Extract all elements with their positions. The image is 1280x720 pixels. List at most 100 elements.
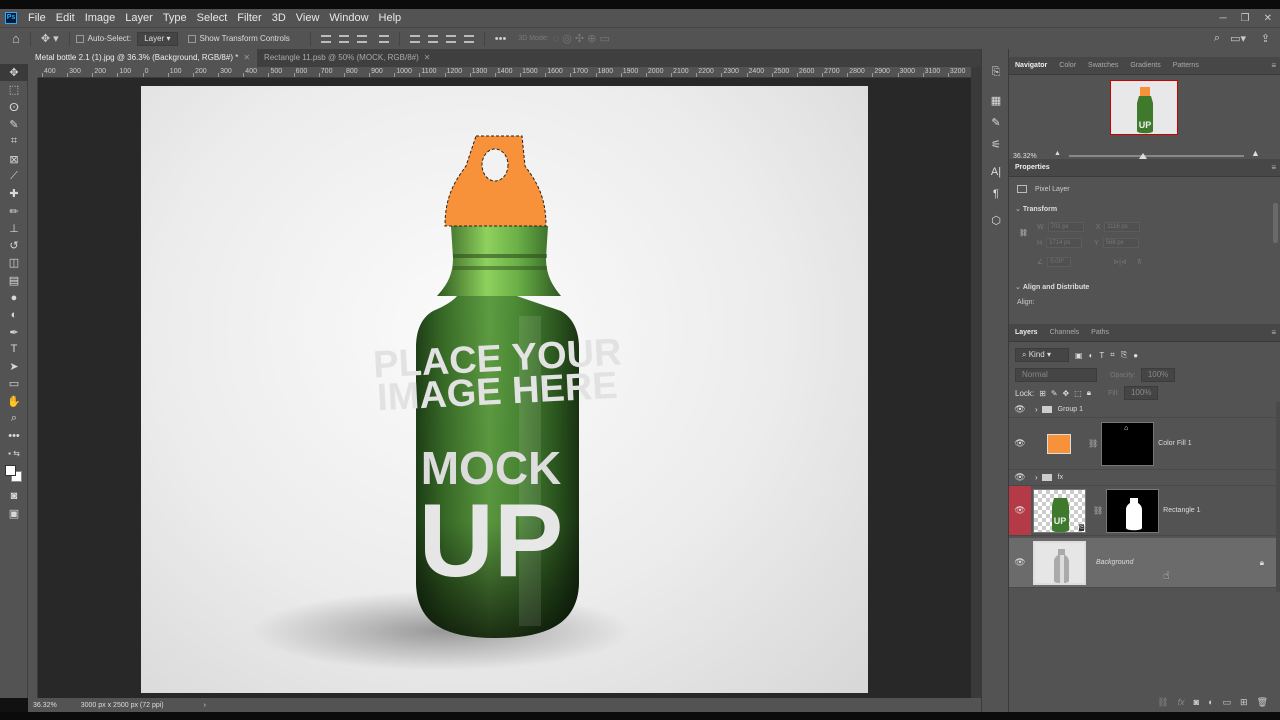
align-center-icon[interactable] — [338, 34, 349, 43]
dodge-tool-icon[interactable]: ◐ — [0, 306, 28, 323]
align-top-icon[interactable] — [409, 34, 420, 43]
zoom-in-icon[interactable]: ▲ — [1251, 148, 1260, 158]
clone-stamp-tool-icon[interactable]: ⊥ — [0, 220, 28, 237]
fill-field[interactable]: 100% — [1123, 386, 1159, 400]
new-group-icon[interactable]: ▭ — [1223, 697, 1232, 708]
path-select-tool-icon[interactable]: ➤ — [0, 358, 28, 375]
layer-lock-icon[interactable]: 🔒︎ — [1260, 558, 1264, 568]
status-zoom[interactable]: 36.32% — [33, 702, 57, 709]
lock-pixels-icon[interactable]: ✎ — [1051, 389, 1058, 398]
layers-scrollbar[interactable] — [1276, 402, 1280, 592]
align-right-icon[interactable] — [356, 34, 367, 43]
menu-filter[interactable]: Filter — [232, 9, 266, 27]
filter-smart-object-icon[interactable]: ⎘ — [1121, 350, 1127, 360]
menu-edit[interactable]: Edit — [51, 9, 80, 27]
document-canvas[interactable]: PLACE YOUR IMAGE HERE MOCK UP — [141, 86, 868, 693]
more-options-icon[interactable]: ••• — [495, 33, 507, 45]
layer-color-fill-1[interactable]: 👁︎ ⛓ ⌂ Color Fill 1 — [1009, 418, 1280, 470]
menu-view[interactable]: View — [291, 9, 325, 27]
new-adjustment-layer-icon[interactable]: ◐ — [1208, 697, 1213, 707]
3d-orbit-icon[interactable]: ◌ ◎ ✣ ⊕ ▭ — [553, 32, 610, 45]
layer-group-fx[interactable]: 👁︎ › fx — [1009, 470, 1280, 486]
menu-select[interactable]: Select — [192, 9, 233, 27]
width-field[interactable]: 701 px — [1047, 222, 1084, 232]
flip-vertical-icon[interactable]: ⊼ — [1137, 259, 1142, 266]
brush-settings-icon[interactable]: ✎ — [982, 111, 1010, 133]
libraries-icon[interactable]: ▦ — [982, 89, 1010, 111]
close-icon[interactable]: ✕ — [243, 53, 250, 62]
properties-scrollbar[interactable] — [1273, 203, 1278, 243]
3d-panel-icon[interactable]: ⬡ — [982, 209, 1010, 231]
tab-paths[interactable]: Paths — [1085, 324, 1115, 342]
add-mask-icon[interactable]: ◙ — [1194, 697, 1199, 707]
share-icon[interactable]: ⇪ — [1261, 32, 1270, 45]
show-transform-checkbox[interactable] — [187, 34, 196, 43]
history-brush-tool-icon[interactable]: ↺ — [0, 237, 28, 254]
menu-layer[interactable]: Layer — [120, 9, 158, 27]
lock-artboard-icon[interactable]: ⬚ — [1074, 389, 1082, 398]
canvas-area[interactable]: PLACE YOUR IMAGE HERE MOCK UP — [38, 78, 971, 698]
panel-menu-icon[interactable]: ≡ — [1271, 61, 1276, 70]
move-tool-preset-icon[interactable]: ✥ ▾ — [41, 32, 59, 45]
eyedropper-tool-icon[interactable]: ⟋ — [0, 168, 28, 185]
filter-pixel-icon[interactable]: ▣ — [1075, 351, 1083, 360]
blur-tool-icon[interactable]: ● — [0, 289, 28, 306]
menu-3d[interactable]: 3D — [267, 9, 291, 27]
foreground-color-swatch[interactable] — [5, 464, 16, 476]
link-dimensions-icon[interactable]: ⛓ — [1019, 229, 1028, 237]
link-icon[interactable]: ⛓ — [1088, 439, 1098, 448]
tab-navigator[interactable]: Navigator — [1009, 57, 1053, 75]
quick-mask-icon[interactable]: ◙ — [0, 488, 28, 505]
visibility-eye-icon[interactable]: 👁︎ — [1009, 472, 1031, 483]
move-tool-icon[interactable]: ✥ — [0, 64, 28, 82]
navigator-thumbnail[interactable]: UP — [1110, 80, 1178, 135]
brush-tool-icon[interactable]: ✏ — [0, 202, 28, 219]
chevron-down-icon[interactable]: ⌄ — [1015, 206, 1021, 213]
restore-icon[interactable]: ❐ — [1241, 13, 1250, 24]
visibility-eye-icon[interactable]: 👁︎ — [1009, 486, 1031, 535]
lasso-tool-icon[interactable]: ⵙ — [0, 99, 28, 116]
lock-position-icon[interactable]: ✥ — [1063, 389, 1070, 398]
transform-section[interactable]: ⌄ Transform — [1015, 205, 1057, 213]
healing-brush-tool-icon[interactable]: ✚ — [0, 185, 28, 202]
panel-menu-icon[interactable]: ≡ — [1271, 328, 1276, 337]
distribute-vertical-icon[interactable] — [463, 34, 474, 43]
auto-select-target-dropdown[interactable]: Layer ▾ — [137, 31, 178, 46]
tab-gradients[interactable]: Gradients — [1124, 57, 1166, 75]
type-tool-icon[interactable]: T — [0, 341, 28, 358]
foreground-background-color-icon[interactable] — [0, 462, 28, 488]
filter-kind-dropdown[interactable]: ⌕ Kind ▾ — [1015, 348, 1069, 362]
tab-layers[interactable]: Layers — [1009, 324, 1044, 342]
angle-field[interactable]: 0.00° — [1047, 257, 1072, 267]
tab-properties[interactable]: Properties — [1009, 159, 1056, 177]
frame-tool-icon[interactable]: ⊠ — [0, 150, 28, 167]
character-icon[interactable]: A| — [982, 161, 1010, 183]
tab-color[interactable]: Color — [1053, 57, 1082, 75]
gradient-tool-icon[interactable]: ▤ — [0, 272, 28, 289]
adjustments-icon[interactable]: ⚟ — [982, 133, 1010, 155]
align-bottom-icon[interactable] — [445, 34, 456, 43]
crop-tool-icon[interactable]: ⌗ — [0, 133, 28, 150]
menu-image[interactable]: Image — [80, 9, 121, 27]
tab-metal-bottle[interactable]: Metal bottle 2.1 (1).jpg @ 36.3% (Backgr… — [28, 49, 258, 67]
new-layer-icon[interactable]: ⊞ — [1240, 697, 1248, 708]
fx-icon[interactable]: fx — [1178, 697, 1185, 707]
align-middle-icon[interactable] — [427, 34, 438, 43]
close-icon[interactable]: ✕ — [1264, 13, 1272, 24]
tab-swatches[interactable]: Swatches — [1082, 57, 1124, 75]
eraser-tool-icon[interactable]: ◫ — [0, 254, 28, 271]
status-arrow-icon[interactable]: › — [204, 702, 206, 709]
opacity-field[interactable]: 100% — [1140, 368, 1176, 382]
menu-type[interactable]: Type — [158, 9, 192, 27]
x-field[interactable]: 1116 px — [1104, 222, 1141, 232]
canvas-vertical-scrollbar[interactable] — [971, 67, 981, 698]
pen-tool-icon[interactable]: ✒ — [0, 323, 28, 340]
edit-toolbar-icon[interactable]: ••• — [0, 427, 28, 444]
chevron-down-icon[interactable]: ⌄ — [1015, 284, 1021, 291]
zoom-tool-icon[interactable]: ⌕ — [0, 410, 28, 427]
zoom-out-icon[interactable]: ▲ — [1054, 150, 1061, 157]
flip-horizontal-icon[interactable]: ⊳|⊲ — [1113, 259, 1127, 266]
link-icon[interactable]: ⛓ — [1093, 506, 1103, 515]
blend-mode-dropdown[interactable]: Normal — [1015, 368, 1097, 382]
menu-file[interactable]: File — [23, 9, 51, 27]
